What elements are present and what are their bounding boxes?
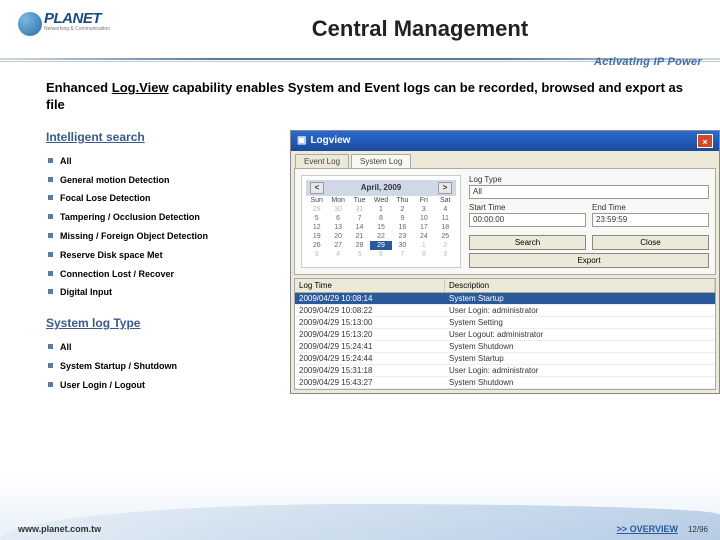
close-icon[interactable]: ×: [697, 134, 713, 148]
table-row[interactable]: 2009/04/29 10:08:14System Startup: [295, 293, 715, 305]
end-label: End Time: [592, 203, 709, 212]
list-item: All: [48, 152, 282, 171]
list-item: User Login / Logout: [48, 376, 282, 395]
window-title: Logview: [310, 135, 350, 146]
list-item: Digital Input: [48, 283, 282, 302]
cal-grid: SunMonTueWedThuFriSat 2930311234 5678910…: [306, 196, 456, 259]
calendar[interactable]: < April, 2009 > SunMonTueWedThuFriSat 29…: [301, 175, 461, 268]
slide: PLANET Networking & Communication Centra…: [0, 0, 720, 540]
table-row[interactable]: 2009/04/29 15:31:18User Login: administr…: [295, 365, 715, 377]
search-button[interactable]: Search: [469, 235, 586, 250]
page-number: 12/96: [688, 525, 708, 534]
list-item: All: [48, 338, 282, 357]
search-list: All General motion Detection Focal Lose …: [46, 152, 282, 302]
table-row[interactable]: 2009/04/29 15:24:44System Startup: [295, 353, 715, 365]
list-item: Tampering / Occlusion Detection: [48, 208, 282, 227]
slide-title: Central Management: [138, 16, 702, 42]
end-input[interactable]: 23:59:59: [592, 213, 709, 227]
left-column: Intelligent search All General motion De…: [46, 130, 282, 395]
log-table: Log Time Description 2009/04/29 10:08:14…: [294, 278, 716, 390]
logo-subtitle: Networking & Communication: [44, 26, 110, 32]
app-icon: ▣: [297, 135, 306, 146]
tab-eventlog[interactable]: Event Log: [295, 154, 349, 168]
logo-text: PLANET: [44, 10, 101, 27]
logtype-select[interactable]: All: [469, 185, 709, 199]
list-item: Missing / Foreign Object Detection: [48, 227, 282, 246]
list-item: Focal Lose Detection: [48, 189, 282, 208]
col-time[interactable]: Log Time: [295, 279, 445, 292]
footer-url: www.planet.com.tw: [18, 524, 101, 534]
start-input[interactable]: 00:00:00: [469, 213, 586, 227]
cal-prev-icon[interactable]: <: [310, 182, 324, 194]
header: PLANET Networking & Communication Centra…: [0, 0, 720, 54]
table-row[interactable]: 2009/04/29 15:13:20User Logout: administ…: [295, 329, 715, 341]
window-titlebar: ▣ Logview ×: [291, 131, 719, 151]
list-item: Reserve Disk space Met: [48, 246, 282, 265]
overview-link[interactable]: >> OVERVIEW: [617, 524, 678, 534]
list-item: System Startup / Shutdown: [48, 357, 282, 376]
filter-panel: Log Type All Start Time 00:00:00 End Tim…: [469, 175, 709, 268]
table-row[interactable]: 2009/04/29 15:24:41System Shutdown: [295, 341, 715, 353]
globe-icon: [18, 12, 42, 36]
subhead-search: Intelligent search: [46, 130, 282, 144]
list-item: Connection Lost / Recover: [48, 265, 282, 284]
footer: www.planet.com.tw >> OVERVIEW 12/96: [18, 524, 708, 534]
tabs: Event Log System Log: [291, 151, 719, 168]
content: Enhanced Log.View capability enables Sys…: [0, 62, 720, 395]
col-desc[interactable]: Description: [445, 279, 715, 292]
cal-next-icon[interactable]: >: [438, 182, 452, 194]
logo: PLANET Networking & Communication: [18, 12, 138, 46]
export-button[interactable]: Export: [469, 253, 709, 268]
tab-systemlog[interactable]: System Log: [351, 154, 411, 168]
intro-text: Enhanced Log.View capability enables Sys…: [46, 80, 702, 114]
table-header: Log Time Description: [295, 279, 715, 293]
decorative-swoosh: [0, 504, 720, 540]
cal-month: April, 2009: [361, 183, 401, 192]
list-item: General motion Detection: [48, 171, 282, 190]
right-column: ▣ Logview × Event Log System Log < April…: [290, 130, 720, 395]
start-label: Start Time: [469, 203, 586, 212]
table-row[interactable]: 2009/04/29 15:13:00System Setting: [295, 317, 715, 329]
type-list: All System Startup / Shutdown User Login…: [46, 338, 282, 394]
logview-window: ▣ Logview × Event Log System Log < April…: [290, 130, 720, 394]
subhead-systype: System log Type: [46, 316, 282, 330]
logtype-label: Log Type: [469, 175, 709, 184]
cal-selected[interactable]: 29: [370, 241, 391, 250]
table-row[interactable]: 2009/04/29 10:08:22User Login: administr…: [295, 305, 715, 317]
table-row[interactable]: 2009/04/29 15:43:27System Shutdown: [295, 377, 715, 389]
close-button[interactable]: Close: [592, 235, 709, 250]
